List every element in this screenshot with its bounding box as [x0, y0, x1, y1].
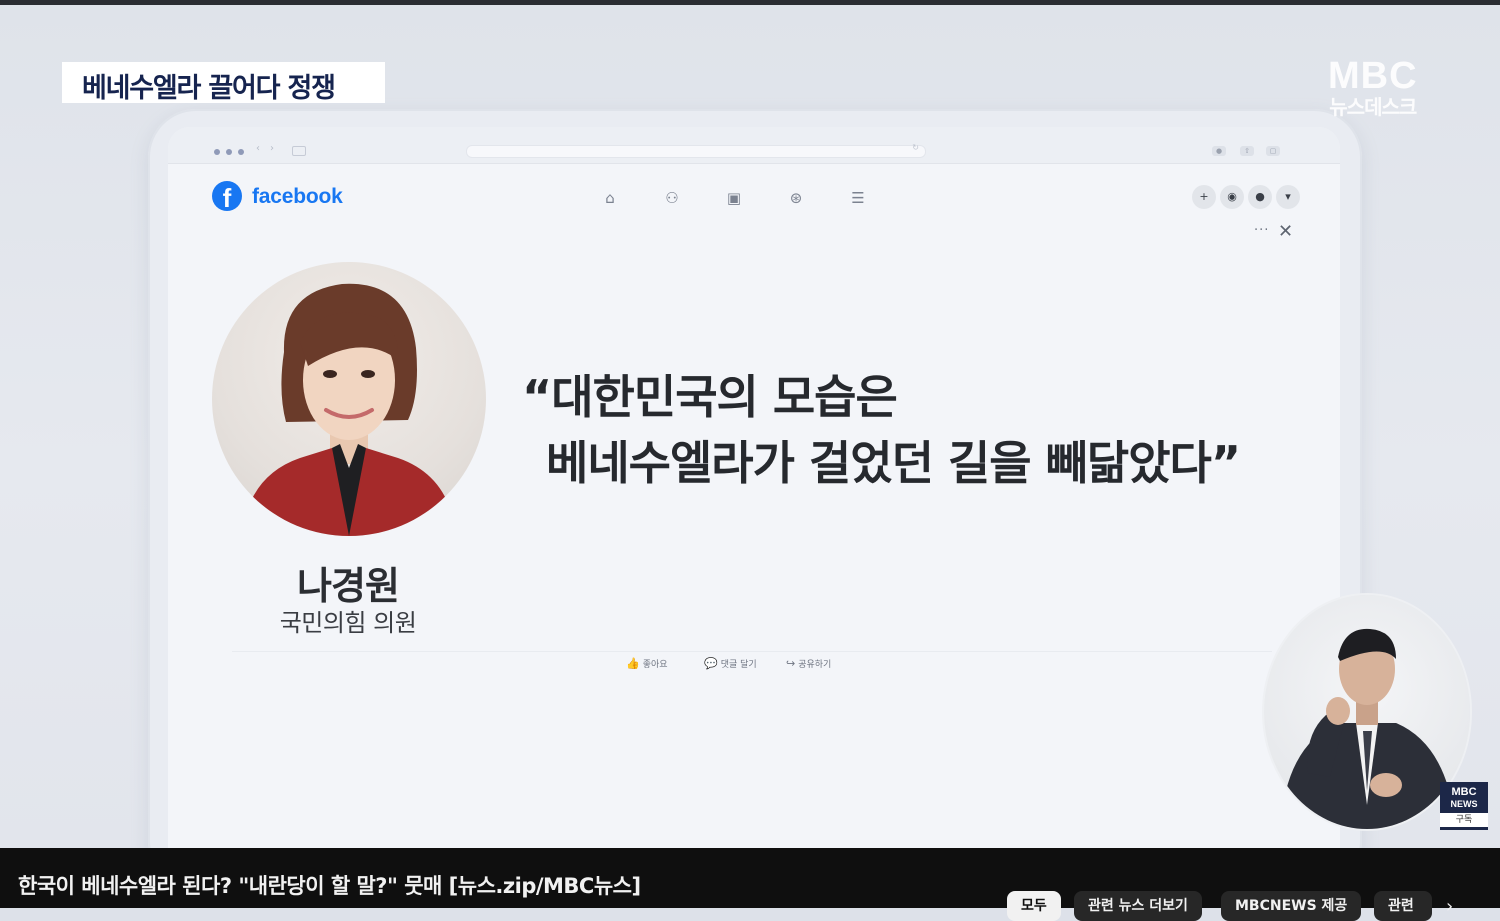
share-action: ↪ 공유하기 [786, 657, 831, 670]
video-icon: ▣ [726, 189, 742, 207]
reload-icon: ↻ [912, 143, 919, 152]
quote-line-1: “대한민국의 모습은 [522, 370, 898, 424]
forward-arrow-icon: › [270, 143, 274, 154]
mbc-newsdesk-logo: MBC 뉴스데스크 [1328, 57, 1418, 119]
share-icon: ↪ [786, 657, 796, 670]
more-options-icon: ··· [1254, 223, 1270, 238]
mbc-news-subscribe-badge[interactable]: MBC NEWS 구독 [1440, 782, 1488, 830]
account-chevron-icon: ▾ [1276, 185, 1300, 209]
facebook-wordmark: facebook [252, 185, 343, 208]
news-caption: 베네수엘라 끌어다 정쟁 [82, 73, 336, 104]
window-dot [238, 149, 244, 155]
facebook-screen: ‹ › ↻ ● ⇧ ▢ f facebook ⌂ ⚇ ▣ ⊛ ☰ + ◉ ● ▾… [168, 127, 1340, 848]
video-title[interactable]: 한국이 베네수엘라 된다? "내란당이 할 말?" 뭇매 [뉴스.zip/MBC… [18, 870, 641, 900]
chip-all[interactable]: 모두 [1007, 891, 1061, 921]
window-dot [226, 149, 232, 155]
like-label: 좋아요 [642, 660, 668, 670]
chevron-right-icon[interactable]: › [1446, 896, 1453, 917]
like-action: 👍 좋아요 [626, 657, 668, 670]
groups-icon: ⊛ [789, 189, 803, 207]
badge-news: NEWS [1450, 799, 1478, 809]
subscribe-label: 구독 [1440, 813, 1488, 827]
browser-share-icon: ⇧ [1240, 146, 1254, 156]
comment-label: 댓글 달기 [720, 660, 757, 670]
browser-bar: ‹ › ↻ ● ⇧ ▢ [168, 127, 1340, 164]
browser-tabs-icon: ▢ [1266, 146, 1280, 156]
profile-photo [212, 262, 486, 536]
person-name: 나경원 [297, 564, 400, 608]
home-icon: ⌂ [605, 189, 615, 207]
comment-icon: 💬 [704, 657, 718, 670]
chip-related-news[interactable]: 관련 뉴스 더보기 [1074, 891, 1202, 921]
badge-mbc: MBC [1451, 786, 1477, 798]
person-role: 국민의힘 의원 [279, 609, 417, 637]
back-arrow-icon: ‹ [256, 143, 260, 154]
menu-icon: ☰ [851, 189, 865, 207]
facebook-logo-icon: f [212, 181, 242, 211]
create-icon: + [1192, 185, 1216, 209]
share-label: 공유하기 [798, 660, 832, 670]
close-icon: ✕ [1278, 221, 1294, 242]
newsdesk-logo-text: 뉴스데스크 [1329, 95, 1417, 119]
friends-icon: ⚇ [665, 189, 679, 207]
window-dot [214, 149, 220, 155]
mbc-logo-text: MBC [1328, 55, 1418, 97]
tab-icon [292, 146, 306, 156]
comment-action: 💬 댓글 달기 [704, 657, 757, 670]
video-frame[interactable]: ‹ › ↻ ● ⇧ ▢ f facebook ⌂ ⚇ ▣ ⊛ ☰ + ◉ ● ▾… [0, 5, 1500, 848]
notification-icon: ● [1248, 185, 1272, 209]
browser-download-icon: ● [1212, 146, 1226, 156]
messenger-icon: ◉ [1220, 185, 1244, 209]
chip-related[interactable]: 관련 [1374, 891, 1432, 921]
quote-line-2: 베네수엘라가 걸었던 길을 빼닮았다” [546, 436, 1241, 490]
url-bar: ↻ [466, 143, 926, 158]
like-icon: 👍 [626, 657, 640, 670]
chip-mbcnews-provided[interactable]: MBCNEWS 제공 [1221, 891, 1362, 921]
person-illustration [242, 283, 456, 536]
post-divider [232, 651, 1272, 652]
